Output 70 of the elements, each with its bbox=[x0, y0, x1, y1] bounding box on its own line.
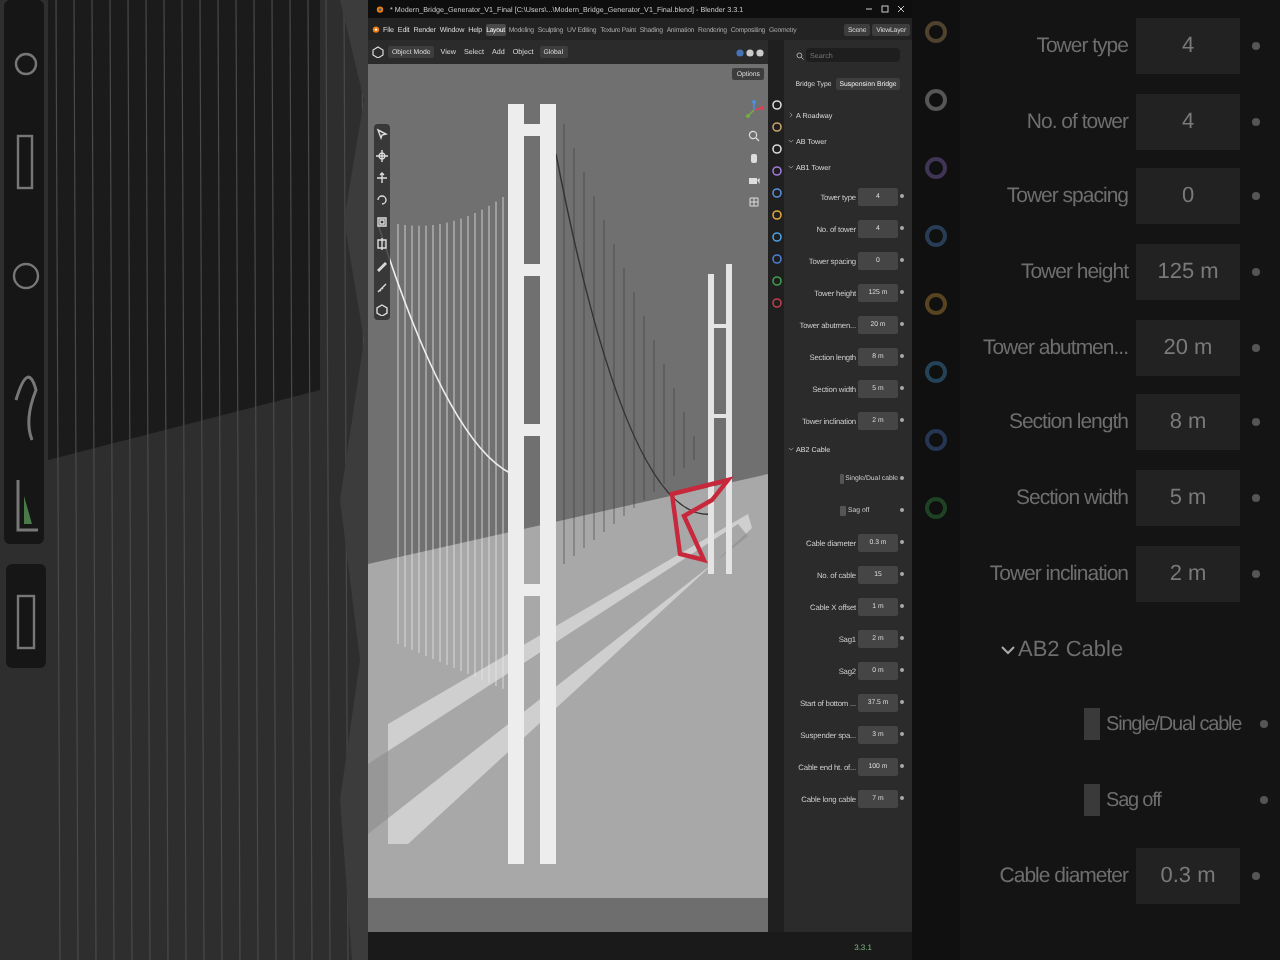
number-field[interactable]: 4 bbox=[1136, 93, 1240, 150]
properties-tab-icon[interactable] bbox=[771, 188, 781, 198]
chevron-icon[interactable] bbox=[1000, 641, 1016, 657]
arrow-cursor-icon[interactable] bbox=[376, 128, 388, 140]
maximize-icon[interactable] bbox=[880, 4, 890, 14]
chevron-icon[interactable] bbox=[788, 446, 794, 452]
properties-tab-icon bbox=[924, 156, 948, 180]
minimize-icon[interactable] bbox=[864, 4, 874, 14]
property-label: Section length bbox=[1006, 410, 1128, 435]
properties-tab-icon bbox=[924, 496, 948, 520]
cube-icon[interactable] bbox=[372, 46, 384, 58]
properties-tab-icon bbox=[924, 224, 948, 248]
properties-tab-icon[interactable] bbox=[771, 276, 781, 286]
properties-tab-icon bbox=[924, 292, 948, 316]
keyframe-dot-icon[interactable] bbox=[1252, 871, 1260, 880]
checkbox[interactable] bbox=[1084, 784, 1100, 817]
search-icon bbox=[796, 51, 804, 59]
keyframe-dot-icon[interactable] bbox=[1252, 343, 1260, 352]
number-field[interactable]: 2 m bbox=[1136, 545, 1240, 602]
camera-icon[interactable] bbox=[748, 174, 760, 186]
axis-gizmo-icon[interactable] bbox=[744, 100, 764, 120]
number-field[interactable]: 4 bbox=[1136, 17, 1240, 74]
keyframe-dot-icon[interactable] bbox=[1252, 267, 1260, 276]
keyframe-dot-icon[interactable] bbox=[1252, 192, 1260, 201]
close-icon[interactable] bbox=[896, 4, 906, 14]
number-field[interactable]: 0.3 m bbox=[1136, 847, 1240, 904]
checkbox-label: Sag off bbox=[1106, 789, 1161, 812]
property-label: Tower height bbox=[1018, 259, 1128, 284]
properties-tab-icon bbox=[924, 428, 948, 452]
shading-modes-icon[interactable] bbox=[736, 47, 764, 57]
properties-tab-icon[interactable] bbox=[771, 210, 781, 220]
number-field[interactable]: 5 m bbox=[1136, 469, 1240, 526]
ruler-icon[interactable] bbox=[376, 282, 388, 294]
cube-icon[interactable] bbox=[376, 304, 388, 316]
magnifier-icon[interactable] bbox=[748, 130, 760, 142]
number-field[interactable]: 20 m bbox=[1136, 319, 1240, 376]
checkbox[interactable] bbox=[840, 505, 846, 515]
number-field[interactable]: 125 m bbox=[1136, 243, 1240, 300]
keyframe-dot-icon[interactable] bbox=[1252, 493, 1260, 502]
properties-tab-icon[interactable] bbox=[771, 122, 781, 132]
grid-icon[interactable] bbox=[748, 196, 760, 208]
crosshair-icon[interactable] bbox=[376, 150, 388, 162]
four-arrows-icon[interactable] bbox=[376, 172, 388, 184]
checkbox[interactable] bbox=[1084, 708, 1100, 741]
transform-icon[interactable] bbox=[376, 238, 388, 250]
chevron-icon[interactable] bbox=[788, 138, 794, 144]
keyframe-dot-icon[interactable] bbox=[1252, 117, 1260, 126]
number-field[interactable]: 8 m bbox=[1136, 394, 1240, 451]
checkbox-label: Single/Dual cable bbox=[1106, 713, 1242, 736]
keyframe-dot-icon[interactable] bbox=[1260, 720, 1268, 729]
chevron-icon[interactable] bbox=[788, 164, 794, 170]
properties-tab-icon[interactable] bbox=[771, 232, 781, 242]
property-label: Cable diameter bbox=[997, 863, 1128, 888]
keyframe-dot-icon[interactable] bbox=[1252, 418, 1260, 427]
keyframe-dot-icon[interactable] bbox=[1260, 796, 1268, 805]
property-label: Tower type bbox=[1034, 33, 1128, 58]
properties-tab-icon[interactable] bbox=[771, 166, 781, 176]
property-label: No. of tower bbox=[1024, 109, 1128, 134]
properties-tab-icon bbox=[924, 20, 948, 44]
properties-tab-icon bbox=[924, 88, 948, 112]
property-label: Tower abutmen... bbox=[980, 335, 1128, 360]
scale-icon[interactable] bbox=[376, 216, 388, 228]
keyframe-dot-icon[interactable] bbox=[1252, 41, 1260, 50]
property-label: Tower spacing bbox=[1004, 184, 1128, 209]
property-label: Section width bbox=[1014, 485, 1128, 510]
panel-section-toggle[interactable]: AB2 Cable bbox=[1018, 637, 1124, 661]
number-field[interactable]: 0 bbox=[1136, 168, 1240, 225]
property-label: Tower inclination bbox=[987, 561, 1128, 586]
keyframe-dot-icon[interactable] bbox=[1252, 569, 1260, 578]
properties-tab-icon bbox=[924, 360, 948, 384]
